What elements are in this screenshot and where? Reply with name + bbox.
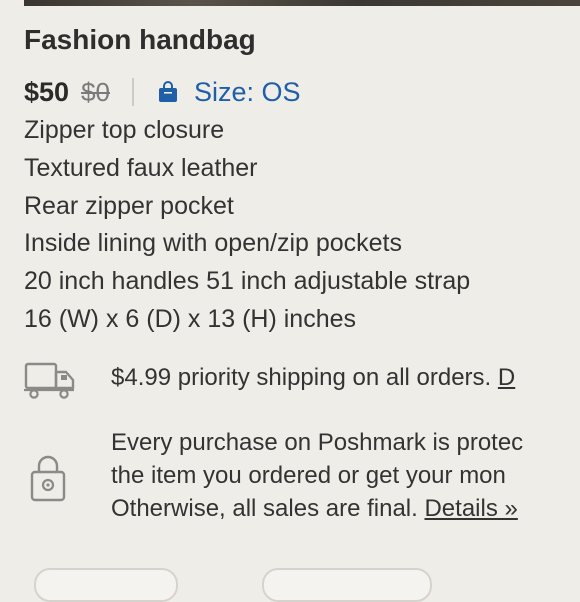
details-link[interactable]: Details » — [424, 495, 517, 522]
shipping-message: $4.99 priority shipping on all orders. — [111, 364, 498, 391]
size-label: Size: OS — [193, 76, 301, 107]
shipping-text: $4.99 priority shipping on all orders. D — [111, 364, 515, 392]
description-line: Textured faux leather — [24, 153, 258, 182]
listing-price: $50 — [24, 76, 70, 107]
protection-line-text: Otherwise, all sales are final. — [111, 495, 425, 522]
description-line: 16 (W) x 6 (D) x 13 (H) inches — [24, 304, 357, 333]
price-divider — [131, 78, 134, 106]
protection-text: Every purchase on Poshmark is protec the… — [111, 426, 523, 525]
bottom-action-button[interactable] — [34, 568, 178, 602]
description-line: Rear zipper pocket — [24, 191, 234, 220]
description-line: Zipper top closure — [24, 116, 225, 144]
protection-line: Otherwise, all sales are final. Details … — [111, 492, 523, 525]
shipping-info: $4.99 priority shipping on all orders. D — [24, 360, 580, 400]
original-price: $0 — [81, 76, 110, 107]
lock-icon — [30, 454, 66, 502]
product-image-edge — [24, 0, 580, 6]
description-line: 20 inch handles 51 inch adjustable strap — [24, 267, 471, 296]
description-list: Zipper top closure Textured faux leather… — [24, 112, 470, 339]
shipping-details-link[interactable]: D — [498, 364, 515, 391]
listing-title: Fashion handbag — [24, 24, 256, 55]
truck-icon — [24, 360, 76, 400]
purchase-protection: Every purchase on Poshmark is protec the… — [24, 426, 580, 526]
description-line: Inside lining with open/zip pockets — [24, 229, 403, 258]
size-button[interactable]: Size: OS — [156, 77, 301, 108]
shopping-bag-icon — [156, 80, 180, 104]
protection-line: the item you ordered or get your mon — [111, 462, 506, 489]
price-row: $50 $0 Size: OS — [24, 74, 301, 110]
protection-line: Every purchase on Poshmark is protec — [111, 429, 524, 456]
bottom-action-button[interactable] — [262, 568, 432, 602]
